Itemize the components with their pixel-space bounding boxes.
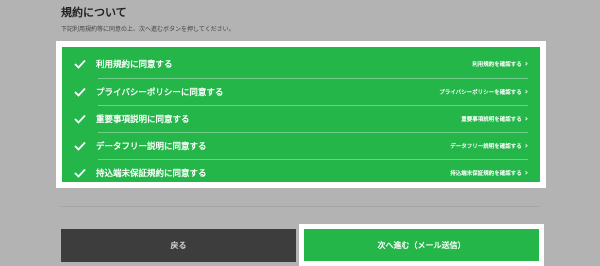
agreement-link-terms[interactable]: 利用規約を確認する › [472, 59, 528, 69]
agreement-row-data-free[interactable]: データフリー説明に同意する データフリー説明を確認する › [62, 133, 540, 160]
agreement-link-privacy[interactable]: プライバシーポリシーを確認する › [439, 87, 528, 97]
chevron-right-icon: › [524, 168, 528, 177]
next-button-highlight: 次へ進む（メール送信） [299, 224, 544, 266]
agreement-row-important-matters[interactable]: 重要事項説明に同意する 重要事項説明を確認する › [62, 106, 540, 133]
check-icon [74, 87, 86, 97]
agreement-list: 利用規約に同意する 利用規約を確認する › プライバシーポリシーに同意する プライ… [62, 47, 540, 182]
back-button[interactable]: 戻る [61, 229, 296, 262]
chevron-right-icon: › [524, 141, 528, 150]
agreement-link-device-warranty[interactable]: 持込端末保証規約を確認する › [450, 168, 528, 178]
check-icon [74, 168, 86, 178]
next-send-email-button[interactable]: 次へ進む（メール送信） [304, 229, 539, 261]
agreement-row-privacy[interactable]: プライバシーポリシーに同意する プライバシーポリシーを確認する › [62, 79, 540, 106]
agreement-link-data-free[interactable]: データフリー説明を確認する › [450, 141, 528, 151]
agreement-label: データフリー説明に同意する [96, 142, 207, 152]
chevron-right-icon: › [524, 114, 528, 123]
agreement-label: プライバシーポリシーに同意する [96, 88, 224, 98]
agreement-row-device-warranty[interactable]: 持込端末保証規約に同意する 持込端末保証規約を確認する › [62, 160, 540, 187]
check-icon [74, 59, 86, 69]
divider [61, 206, 539, 207]
check-icon [74, 141, 86, 151]
agreement-link-important-matters[interactable]: 重要事項説明を確認する › [461, 114, 528, 124]
check-icon [74, 114, 86, 124]
agreement-panel: 利用規約に同意する 利用規約を確認する › プライバシーポリシーに同意する プライ… [56, 41, 546, 188]
section-instruction: 下記利用規約等に同意の上、次へ進むボタンを押してください。 [61, 26, 235, 33]
agreement-label: 重要事項説明に同意する [96, 115, 190, 125]
chevron-right-icon: › [524, 87, 528, 96]
chevron-right-icon: › [524, 59, 528, 68]
agreement-label: 持込端末保証規約に同意する [96, 169, 207, 179]
agreement-label: 利用規約に同意する [96, 60, 173, 70]
section-title: 規約について [61, 6, 127, 19]
agreement-row-terms[interactable]: 利用規約に同意する 利用規約を確認する › [62, 51, 540, 78]
